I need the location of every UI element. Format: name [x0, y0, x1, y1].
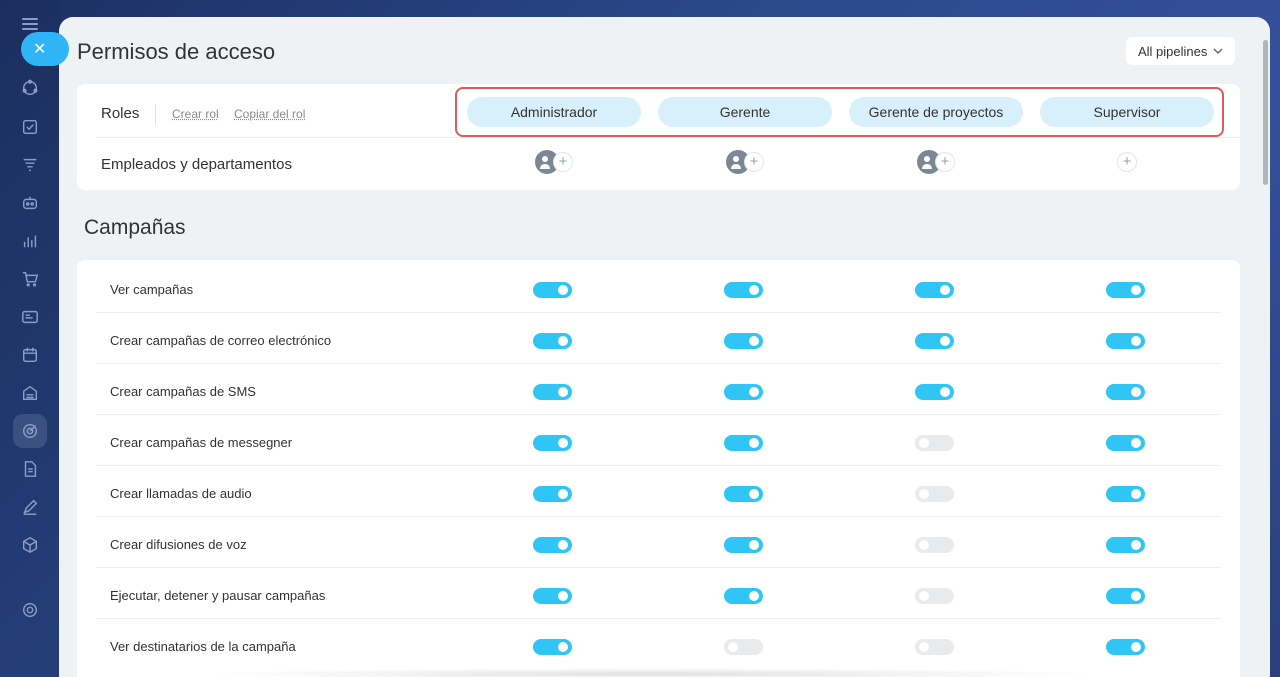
analytics-icon[interactable]	[20, 231, 40, 251]
permission-row: Crear campañas de SMS	[96, 364, 1221, 415]
menu-icon[interactable]	[22, 18, 38, 30]
permission-toggle[interactable]	[533, 486, 572, 502]
close-icon: ✕	[33, 39, 46, 59]
permission-toggle[interactable]	[1106, 435, 1145, 451]
create-role-link[interactable]: Crear rol	[172, 107, 219, 121]
bottom-shadow	[200, 668, 1100, 677]
permission-toggle[interactable]	[533, 537, 572, 553]
permission-label: Crear campañas de correo electrónico	[110, 333, 331, 348]
permission-toggle[interactable]	[915, 486, 954, 502]
assignees-supervisor: +	[1117, 150, 1141, 176]
permission-toggle[interactable]	[724, 333, 763, 349]
permission-toggle[interactable]	[1106, 486, 1145, 502]
pipeline-select-value: All pipelines	[1138, 44, 1207, 59]
pipeline-select[interactable]: All pipelines	[1126, 37, 1235, 65]
contact-card-icon[interactable]	[20, 307, 40, 327]
permission-toggle[interactable]	[533, 435, 572, 451]
close-button[interactable]: ✕	[21, 32, 69, 66]
permission-label: Ver destinatarios de la campaña	[110, 639, 296, 654]
permission-toggle[interactable]	[1106, 384, 1145, 400]
permissions-card: Ver campañas Crear campañas de correo ele…	[77, 260, 1240, 677]
permission-toggle[interactable]	[915, 639, 954, 655]
permission-toggle[interactable]	[724, 486, 763, 502]
permission-toggle[interactable]	[533, 333, 572, 349]
box-icon[interactable]	[20, 535, 40, 555]
permission-row: Ver campañas	[96, 262, 1221, 313]
role-pill-gerente-de-proyectos[interactable]: Gerente de proyectos	[849, 97, 1023, 127]
permission-row: Crear campañas de correo electrónico	[96, 313, 1221, 364]
funnel-icon[interactable]	[20, 155, 40, 175]
permission-toggle[interactable]	[915, 333, 954, 349]
permission-toggle[interactable]	[1106, 333, 1145, 349]
permission-label: Ejecutar, detener y pausar campañas	[110, 588, 325, 603]
permission-toggle[interactable]	[1106, 282, 1145, 298]
inventory-icon[interactable]	[20, 383, 40, 403]
permission-row: Crear campañas de messegner	[96, 415, 1221, 466]
tasks-icon[interactable]	[20, 117, 40, 137]
left-sidebar	[0, 0, 60, 677]
settings-icon[interactable]	[20, 600, 40, 620]
permission-toggle[interactable]	[533, 384, 572, 400]
cart-icon[interactable]	[20, 269, 40, 289]
add-assignee-button[interactable]: +	[553, 152, 573, 172]
permission-label: Crear llamadas de audio	[110, 486, 252, 501]
permission-toggle[interactable]	[533, 639, 572, 655]
add-assignee-button[interactable]: +	[935, 152, 955, 172]
page-title: Permisos de acceso	[77, 39, 275, 65]
permission-label: Ver campañas	[110, 282, 193, 297]
roles-label: Roles	[101, 105, 139, 122]
permission-toggle[interactable]	[724, 282, 763, 298]
employees-departments-label: Empleados y departamentos	[101, 156, 292, 173]
add-assignee-button[interactable]: +	[744, 152, 764, 172]
scrollbar[interactable]	[1263, 40, 1268, 185]
assignees-gerente-de-proyectos: +	[917, 150, 961, 176]
permission-label: Crear campañas de SMS	[110, 384, 256, 399]
permission-toggle[interactable]	[724, 435, 763, 451]
permission-toggle[interactable]	[724, 537, 763, 553]
role-pill-gerente[interactable]: Gerente	[658, 97, 832, 127]
permission-row: Ver destinatarios de la campaña	[96, 619, 1221, 670]
permission-toggle[interactable]	[724, 639, 763, 655]
permission-toggle[interactable]	[915, 384, 954, 400]
assignees-gerente: +	[726, 150, 770, 176]
permission-toggle[interactable]	[1106, 537, 1145, 553]
copy-role-link[interactable]: Copiar del rol	[234, 107, 305, 121]
access-permissions-panel: Permisos de acceso All pipelines Roles C…	[59, 17, 1270, 677]
permission-row: Ejecutar, detener y pausar campañas	[96, 568, 1221, 619]
marketing-icon	[20, 421, 40, 441]
permission-row: Crear difusiones de voz	[96, 517, 1221, 568]
permission-toggle[interactable]	[915, 282, 954, 298]
edit-icon[interactable]	[20, 497, 40, 517]
role-pill-administrador[interactable]: Administrador	[467, 97, 641, 127]
roles-divider	[97, 137, 1240, 138]
role-pill-supervisor[interactable]: Supervisor	[1040, 97, 1214, 127]
roles-separator	[155, 104, 156, 124]
assignees-administrador: +	[535, 150, 579, 176]
permission-toggle[interactable]	[533, 588, 572, 604]
robot-icon[interactable]	[20, 193, 40, 213]
permission-toggle[interactable]	[915, 588, 954, 604]
section-title-campaigns: Campañas	[84, 216, 186, 240]
roles-card: Roles Crear rol Copiar del rol Empleados…	[77, 84, 1240, 190]
permission-toggle[interactable]	[724, 588, 763, 604]
permission-toggle[interactable]	[1106, 639, 1145, 655]
permission-toggle[interactable]	[1106, 588, 1145, 604]
permission-toggle[interactable]	[915, 537, 954, 553]
permission-row: Crear llamadas de audio	[96, 466, 1221, 517]
chevron-down-icon	[1213, 46, 1223, 56]
permission-toggle[interactable]	[724, 384, 763, 400]
documents-icon[interactable]	[20, 459, 40, 479]
add-assignee-button[interactable]: +	[1117, 152, 1137, 172]
contacts-icon[interactable]	[20, 78, 40, 98]
permission-toggle[interactable]	[533, 282, 572, 298]
permission-toggle[interactable]	[915, 435, 954, 451]
permission-label: Crear difusiones de voz	[110, 537, 247, 552]
marketing-active-bg[interactable]	[13, 414, 47, 448]
calendar-icon[interactable]	[20, 345, 40, 365]
permission-label: Crear campañas de messegner	[110, 435, 292, 450]
